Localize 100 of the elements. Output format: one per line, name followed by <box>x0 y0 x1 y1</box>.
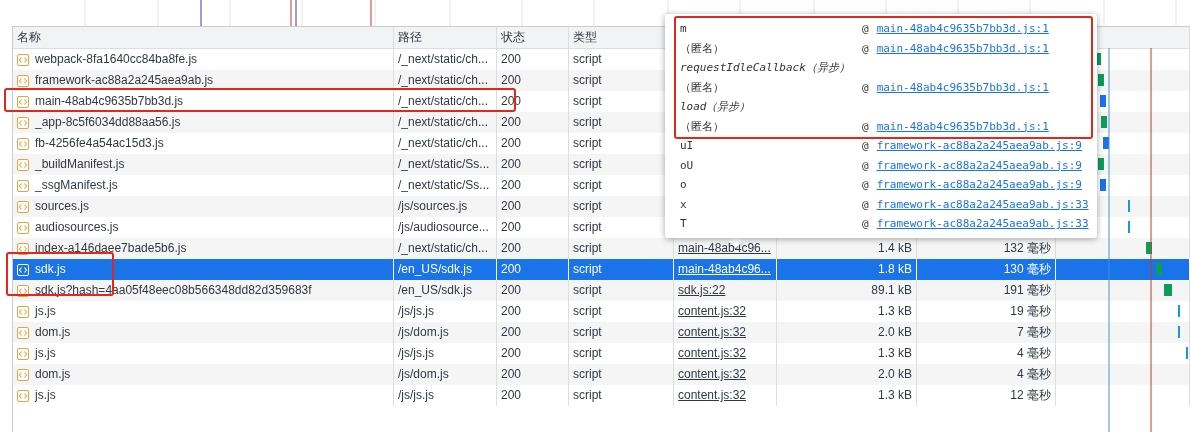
request-path: /js/audiosource... <box>398 219 489 236</box>
request-row[interactable]: dom.js /js/dom.js 200 script content.js:32 2.0 kB 4 毫秒 <box>13 364 1190 385</box>
script-file-icon <box>17 221 29 234</box>
waterfall-bar <box>1164 284 1172 296</box>
request-path: /_next/static/ch... <box>398 93 489 110</box>
status-code: 200 <box>501 324 522 341</box>
file-name: webpack-8fa1640cc84ba8fe.js <box>35 51 198 68</box>
request-path: /js/js.js <box>398 303 434 320</box>
request-path: /_next/static/ch... <box>398 135 489 152</box>
status-code: 200 <box>501 156 522 173</box>
script-file-icon <box>17 368 29 381</box>
resource-type: script <box>573 261 602 278</box>
waterfall-bar <box>1100 95 1106 107</box>
initiator-link[interactable]: main-48ab4c96... <box>678 238 771 259</box>
status-code: 200 <box>501 345 522 362</box>
function-name: x <box>680 197 688 211</box>
request-path: /en_US/sdk.js <box>398 282 473 299</box>
script-file-icon <box>17 242 29 255</box>
source-link[interactable]: framework-ac88a2a245aea9ab.js:9 <box>876 158 1082 172</box>
at-sign: @ <box>862 22 869 36</box>
initiator-link[interactable]: sdk.js:22 <box>678 280 726 301</box>
source-link[interactable]: framework-ac88a2a245aea9ab.js:33 <box>876 217 1089 231</box>
resource-type: script <box>573 240 602 257</box>
request-time: 12 毫秒 <box>1010 387 1051 404</box>
script-file-icon <box>17 74 29 87</box>
script-file-icon <box>17 158 29 171</box>
initiator-link[interactable]: content.js:32 <box>678 322 747 343</box>
status-code: 200 <box>501 240 522 257</box>
column-header[interactable]: 状态 <box>497 27 569 48</box>
request-path: /_next/static/ch... <box>398 114 489 131</box>
source-link[interactable]: framework-ac88a2a245aea9ab.js:9 <box>876 139 1082 153</box>
at-sign: @ <box>862 197 869 211</box>
file-name: js.js <box>35 387 56 404</box>
file-name: main-48ab4c9635b7bb3d.js <box>35 93 184 110</box>
script-file-icon <box>17 347 29 360</box>
column-header[interactable]: 路径 <box>394 27 497 48</box>
request-path: /js/dom.js <box>398 324 449 341</box>
script-file-icon <box>17 137 29 150</box>
async-label: load（异步） <box>680 99 752 115</box>
column-header[interactable]: 名称 <box>13 27 394 48</box>
request-time: 130 毫秒 <box>1003 261 1051 278</box>
request-path: /js/js.js <box>398 387 434 404</box>
source-link[interactable]: framework-ac88a2a245aea9ab.js:9 <box>876 178 1082 192</box>
script-file-icon <box>17 326 29 339</box>
resource-type: script <box>573 93 602 110</box>
function-name: （匿名） <box>680 118 725 134</box>
request-time: 7 毫秒 <box>1017 324 1051 341</box>
initiator-link[interactable]: content.js:32 <box>678 364 747 385</box>
initiator-link[interactable]: content.js:32 <box>678 385 747 406</box>
request-row[interactable]: sdk.js /en_US/sdk.js 200 script main-48ab4c96... 1.8 kB 130 毫秒 <box>13 259 1190 280</box>
status-code: 200 <box>501 51 522 68</box>
transfer-size: 2.0 kB <box>877 324 912 341</box>
status-code: 200 <box>501 135 522 152</box>
file-name: js.js <box>35 345 56 362</box>
resource-type: script <box>573 324 602 341</box>
request-time: 4 毫秒 <box>1017 345 1051 362</box>
status-code: 200 <box>501 198 522 215</box>
resource-type: script <box>573 366 602 383</box>
initiator-link[interactable]: content.js:32 <box>678 343 747 364</box>
status-code: 200 <box>501 114 522 131</box>
initiator-link[interactable]: main-48ab4c96... <box>678 259 771 280</box>
request-path: /_next/static/Ss... <box>398 156 490 173</box>
resource-type: script <box>573 282 602 299</box>
at-sign: @ <box>862 80 869 94</box>
file-name: dom.js <box>35 366 71 383</box>
file-name: sdk.js <box>35 261 66 278</box>
at-sign: @ <box>862 119 869 133</box>
request-time: 19 毫秒 <box>1010 303 1051 320</box>
source-link[interactable]: framework-ac88a2a245aea9ab.js:33 <box>876 197 1089 211</box>
script-file-icon <box>17 305 29 318</box>
initiator-link[interactable]: content.js:32 <box>678 301 747 322</box>
function-name: uI <box>680 139 695 153</box>
request-time: 4 毫秒 <box>1017 366 1051 383</box>
at-sign: @ <box>862 158 869 172</box>
request-path: /_next/static/ch... <box>398 240 489 257</box>
waterfall-bar <box>1098 74 1104 86</box>
file-name: dom.js <box>35 324 71 341</box>
script-file-icon <box>17 116 29 129</box>
file-name: fb-4256fe4a54ac15d3.js <box>35 135 164 152</box>
source-link[interactable]: main-48ab4c9635b7bb3d.js:1 <box>876 80 1049 94</box>
script-file-icon <box>17 95 29 108</box>
resource-type: script <box>573 387 602 404</box>
source-link[interactable]: main-48ab4c9635b7bb3d.js:1 <box>876 119 1049 133</box>
script-file-icon <box>17 200 29 213</box>
source-link[interactable]: main-48ab4c9635b7bb3d.js:1 <box>876 22 1049 36</box>
waterfall-bar <box>1156 263 1162 275</box>
request-path: /js/dom.js <box>398 366 449 383</box>
request-row[interactable]: index-a146daee7bade5b6.js /_next/static/ch... 200 script main-48ab4c96... 1.4 kB 132 毫秒 <box>13 238 1190 259</box>
resource-type: script <box>573 345 602 362</box>
transfer-size: 1.3 kB <box>877 387 912 404</box>
resource-type: script <box>573 198 602 215</box>
status-code: 200 <box>501 72 522 89</box>
script-file-icon <box>17 53 29 66</box>
request-time: 191 毫秒 <box>1003 282 1051 299</box>
request-row[interactable]: dom.js /js/dom.js 200 script content.js:32 2.0 kB 7 毫秒 <box>13 322 1190 343</box>
transfer-size: 89.1 kB <box>871 282 912 299</box>
file-name: audiosources.js <box>35 219 119 236</box>
status-code: 200 <box>501 261 522 278</box>
resource-type: script <box>573 135 602 152</box>
waterfall-bar <box>1146 242 1152 254</box>
